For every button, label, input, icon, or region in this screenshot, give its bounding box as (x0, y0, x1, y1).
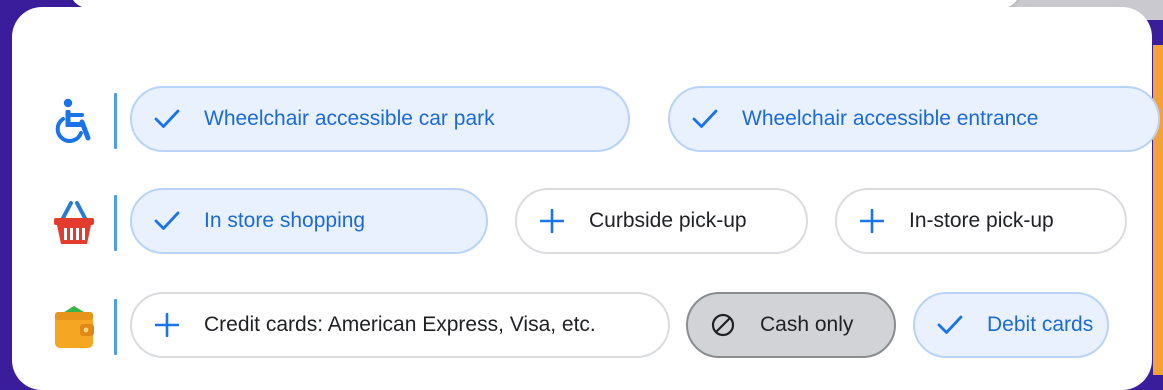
check-icon (692, 106, 718, 132)
chip-credit-cards[interactable]: Credit cards: American Express, Visa, et… (130, 292, 670, 358)
prohibited-icon (710, 312, 736, 338)
row-divider (114, 299, 117, 355)
chip-in-store-shopping[interactable]: In store shopping (130, 188, 488, 254)
plus-icon (859, 208, 885, 234)
chip-label: Credit cards: American Express, Visa, et… (204, 313, 596, 336)
chip-wheelchair-car-park[interactable]: Wheelchair accessible car park (130, 86, 630, 152)
shopping-row: In store shopping Curbside pick-up In-st… (12, 186, 1152, 260)
chip-cash-only[interactable]: Cash only (686, 292, 896, 358)
plus-icon (154, 312, 180, 338)
check-icon (937, 312, 963, 338)
attributes-card: Wheelchair accessible car park Wheelchai… (12, 7, 1160, 390)
row-divider (114, 93, 117, 149)
chip-debit-cards[interactable]: Debit cards (913, 292, 1109, 358)
chip-label: Cash only (760, 313, 854, 336)
chip-label: Debit cards (987, 313, 1094, 336)
chip-label: Wheelchair accessible car park (204, 107, 495, 130)
chip-label: In store shopping (204, 209, 366, 232)
row-divider (114, 195, 117, 251)
check-icon (154, 208, 180, 234)
chip-label: Curbside pick-up (589, 209, 747, 232)
chip-label: Wheelchair accessible entrance (742, 107, 1039, 130)
shopping-basket-icon (50, 194, 98, 252)
chip-label: In-store pick-up (909, 209, 1054, 232)
wheelchair-icon (50, 92, 98, 150)
plus-icon (539, 208, 565, 234)
wallet-icon (50, 298, 98, 356)
accessibility-row: Wheelchair accessible car park Wheelchai… (12, 84, 1160, 158)
payments-row: Credit cards: American Express, Visa, et… (12, 290, 1152, 364)
chip-curbside-pickup[interactable]: Curbside pick-up (515, 188, 808, 254)
check-icon (154, 106, 180, 132)
adjacent-card-edge (1153, 45, 1163, 375)
chip-in-store-pickup[interactable]: In-store pick-up (835, 188, 1127, 254)
chip-wheelchair-entrance[interactable]: Wheelchair accessible entrance (668, 86, 1160, 152)
